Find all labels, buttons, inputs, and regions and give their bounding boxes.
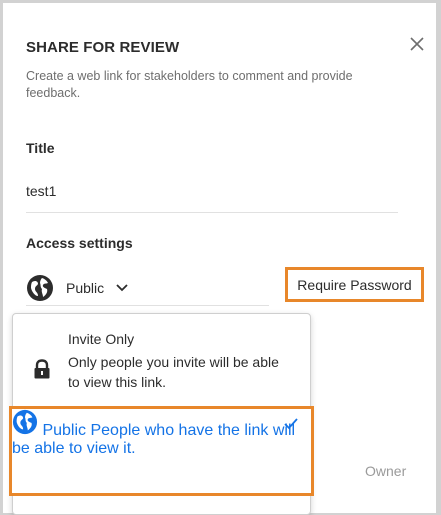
globe-icon (12, 409, 38, 435)
chevron-down-icon (116, 284, 128, 292)
require-password-button[interactable]: Require Password (285, 267, 424, 302)
close-button[interactable] (406, 33, 428, 55)
globe-icon (27, 275, 53, 301)
dialog-description: Create a web link for stakeholders to co… (26, 69, 353, 100)
option-description: Only people you invite will be able to v… (68, 354, 279, 390)
title-input[interactable] (26, 176, 398, 213)
title-label: Title (26, 140, 55, 156)
close-icon (410, 37, 424, 51)
access-options-menu: Invite Only Only people you invite will … (9, 313, 314, 515)
option-name: Public (42, 422, 87, 439)
checkmark-icon (284, 418, 298, 430)
dialog-title: SHARE FOR REVIEW (26, 39, 180, 56)
owner-label: Owner (365, 463, 407, 479)
menu-item-invite-only[interactable]: Invite Only Only people you invite will … (13, 314, 310, 407)
access-selected-value: Public (66, 280, 105, 296)
menu-item-public[interactable]: Public People who have the link will be … (9, 406, 314, 496)
option-name: Invite Only (68, 331, 135, 347)
lock-icon (34, 359, 50, 379)
access-settings-label: Access settings (26, 235, 133, 251)
access-dropdown[interactable]: Public (26, 271, 269, 306)
